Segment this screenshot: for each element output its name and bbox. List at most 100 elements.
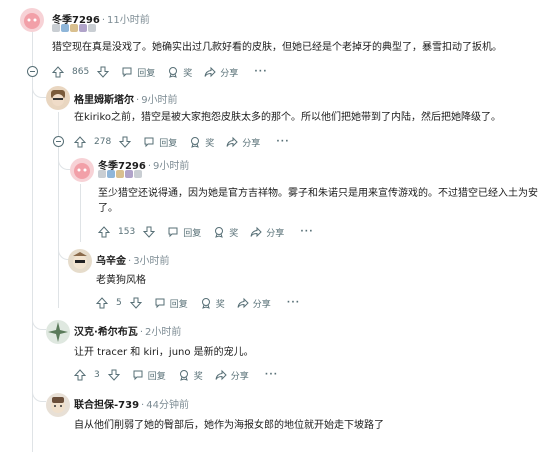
thread-line-level3	[80, 184, 81, 242]
comment-actions: 153 回复 奖 分享 ···	[98, 223, 314, 241]
award-button[interactable]: 奖	[167, 66, 192, 79]
award-icon	[179, 370, 188, 381]
upvote-icon[interactable]	[74, 369, 86, 381]
share-button[interactable]: 分享	[204, 66, 238, 79]
more-options-button[interactable]: ···	[300, 227, 313, 237]
share-icon	[250, 226, 262, 238]
more-options-button[interactable]: ···	[254, 67, 267, 77]
vote-count: 3	[94, 370, 100, 380]
comment-actions: 278 回复 奖 分享 ···	[74, 133, 290, 151]
upvote-icon[interactable]	[52, 66, 64, 78]
separator-dot: ·	[147, 161, 152, 172]
avatar[interactable]	[20, 8, 44, 32]
comment-time: 9小时前	[153, 161, 190, 172]
separator-dot: ·	[141, 400, 145, 411]
comment-bubble-icon	[155, 298, 165, 309]
vote-count: 153	[118, 227, 136, 237]
vote-count: 278	[94, 137, 112, 147]
comment-actions: 5 回复 奖 分享 ···	[96, 294, 300, 312]
more-options-button[interactable]: ···	[265, 370, 278, 380]
share-button[interactable]: 分享	[250, 226, 284, 239]
avatar[interactable]	[46, 393, 70, 417]
thread-connector	[32, 310, 46, 330]
downvote-icon[interactable]	[107, 369, 120, 381]
downvote-icon[interactable]	[119, 136, 132, 148]
more-options-button[interactable]: ···	[287, 298, 300, 308]
avatar[interactable]	[46, 86, 70, 110]
share-button[interactable]: 分享	[215, 369, 249, 382]
snoo-avatar-icon	[51, 90, 65, 106]
separator-dot: ·	[136, 95, 140, 106]
upvote-icon[interactable]	[98, 226, 110, 238]
avatar[interactable]	[70, 158, 94, 182]
vote-group: 153	[98, 226, 156, 238]
award-icon	[215, 227, 224, 238]
comment-time: 3小时前	[133, 256, 170, 267]
snoo-avatar-icon	[48, 322, 68, 342]
comment-body: 自从他们削弱了她的臀部后，她作为海报女郎的地位就开始走下坡路了	[74, 420, 384, 431]
thread-connector	[32, 382, 46, 402]
comment-body-line: 至少猎空还说得通，因为她是官方吉祥物。雾子和朱诺只是用来宣传游戏的。不过猎空已经…	[98, 188, 538, 199]
comment-time: 44分钟前	[146, 400, 189, 411]
award-button[interactable]: 奖	[178, 369, 203, 382]
collapse-thread-button[interactable]	[53, 136, 64, 147]
vote-group: 865	[52, 66, 110, 78]
snoo-avatar-icon	[51, 397, 65, 413]
user-flair	[98, 170, 142, 180]
downvote-icon[interactable]	[97, 66, 110, 78]
comment-author[interactable]: 乌辛金 · 3小时前	[96, 252, 170, 267]
downvote-icon[interactable]	[129, 297, 142, 309]
comment-bubble-icon	[144, 137, 154, 148]
vote-group: 5	[96, 297, 142, 309]
share-button[interactable]: 分享	[226, 136, 260, 149]
separator-dot: ·	[139, 327, 143, 338]
award-icon	[169, 67, 178, 78]
thread-connector	[32, 82, 46, 98]
share-icon	[204, 66, 216, 78]
award-icon	[201, 298, 210, 309]
snoo-avatar-icon	[73, 252, 87, 269]
vote-group: 3	[74, 369, 120, 381]
upvote-icon[interactable]	[74, 136, 86, 148]
snoo-avatar-icon	[74, 163, 90, 179]
comment-bubble-icon	[122, 67, 132, 78]
comment-body: 让开 tracer 和 kiri，juno 是新的宠儿。	[74, 347, 254, 358]
reply-button[interactable]: 回复	[121, 66, 155, 79]
more-options-button[interactable]: ···	[276, 137, 289, 147]
vote-group: 278	[74, 136, 132, 148]
vote-count: 5	[116, 298, 122, 308]
avatar[interactable]	[46, 320, 70, 344]
award-button[interactable]: 奖	[189, 136, 214, 149]
collapse-thread-button[interactable]	[27, 66, 38, 77]
reply-button[interactable]: 回复	[154, 297, 188, 310]
comment-body: 在kiriko之前，猎空是被大家抱怨皮肤太多的那个。所以他们把她带到了内陆，然后…	[74, 112, 502, 123]
comment-body: 至少猎空还说得通，因为她是官方吉祥物。雾子和朱诺只是用来宣传游戏的。不过猎空已经…	[98, 186, 546, 216]
comment-author[interactable]: 格里姆斯塔尔 · 9小时前	[74, 91, 178, 106]
reply-button[interactable]: 回复	[132, 369, 166, 382]
vote-count: 865	[72, 67, 90, 77]
comment-author[interactable]: 联合担保-739 · 44分钟前	[74, 396, 189, 411]
award-button[interactable]: 奖	[213, 226, 238, 239]
share-icon	[215, 369, 227, 381]
upvote-icon[interactable]	[96, 297, 108, 309]
separator-dot: ·	[128, 256, 132, 267]
user-flair	[52, 24, 96, 34]
comment-time: 9小时前	[141, 95, 178, 106]
comment-actions: 3 回复 奖 分享 ···	[74, 366, 278, 384]
avatar[interactable]	[68, 249, 92, 273]
share-icon	[226, 136, 238, 148]
reply-button[interactable]: 回复	[143, 136, 177, 149]
share-button[interactable]: 分享	[237, 297, 271, 310]
comment-actions: 865 回复 奖 分享 ···	[52, 63, 268, 81]
reply-button[interactable]: 回复	[167, 226, 201, 239]
comment-body-line: 了。	[98, 203, 118, 214]
comment-time: 2小时前	[145, 327, 182, 338]
comment-body: 猎空现在真是没戏了。她确实出过几款好看的皮肤，但她已经是个老掉牙的典型了，暴雪扣…	[52, 42, 502, 53]
separator-dot: ·	[101, 15, 106, 26]
downvote-icon[interactable]	[143, 226, 156, 238]
award-button[interactable]: 奖	[200, 297, 225, 310]
comment-author[interactable]: 汉克·希尔布瓦 · 2小时前	[74, 323, 181, 338]
comment-body: 老黄狗风格	[96, 275, 146, 286]
snoo-avatar-icon	[24, 13, 40, 29]
comment-bubble-icon	[133, 370, 143, 381]
